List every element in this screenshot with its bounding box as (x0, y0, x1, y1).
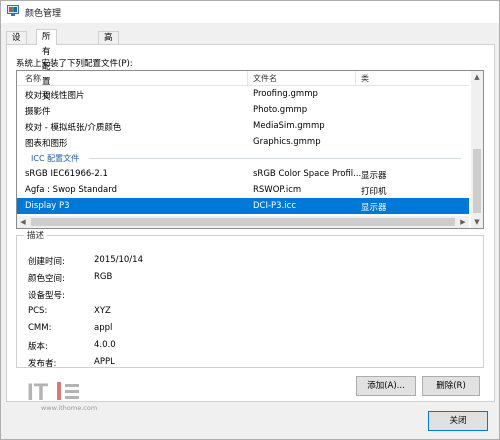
device-model-label: 设备型号: (28, 291, 65, 301)
close-button[interactable]: 关闭 (428, 411, 488, 431)
color-space-value: RGB (94, 272, 113, 282)
profiles-list-caption: 系统上安装了下列配置文件(P): (16, 59, 133, 69)
description-groupbox (16, 235, 484, 368)
profile-name: sRGB IEC61966-2.1 (25, 169, 108, 179)
publisher-label: 发布者: (28, 359, 57, 369)
profile-name: 图表和图形 (25, 139, 68, 149)
scroll-up-arrow-icon[interactable]: ▲ (471, 71, 483, 83)
watermark-text: www.ithome.com (41, 404, 98, 412)
column-divider[interactable] (247, 71, 248, 85)
list-row[interactable]: 校对和线性图片 Proofing.gmmp (17, 86, 469, 102)
profile-file: DCI-P3.icc (253, 201, 296, 211)
title-bar: 颜色管理 (1, 1, 499, 23)
profile-file: sRGB Color Space Profil... (253, 169, 362, 179)
horizontal-scrollbar[interactable]: ◀ ▶ (17, 216, 469, 228)
scroll-down-arrow-icon[interactable]: ▼ (471, 216, 483, 228)
list-row[interactable]: 摄影 Photo.gmmp (17, 102, 469, 118)
profile-name: 校对和线性图片 (25, 91, 85, 101)
group-header-icc[interactable]: ICC 配置文件 (17, 150, 469, 166)
list-header: 名称 文件名 类 (17, 71, 469, 86)
tab-label: 所有配置文件 (42, 32, 51, 117)
tab-devices[interactable]: 设备 (6, 31, 27, 56)
remove-button[interactable]: 删除(R) (422, 376, 480, 396)
pcs-value: XYZ (94, 306, 111, 316)
window-title: 颜色管理 (25, 9, 62, 19)
scroll-right-arrow-icon[interactable]: ▶ (457, 216, 469, 228)
profiles-list[interactable]: 名称 文件名 类 校对和线性图片 Proofing.gmmp 摄影 Photo.… (16, 70, 484, 229)
list-row[interactable]: Agfa : Swop Standard RSWOP.icm 打印机 (17, 182, 469, 198)
list-row[interactable]: sRGB IEC61966-2.1 sRGB Color Space Profi… (17, 166, 469, 182)
color-management-icon (7, 5, 19, 16)
profile-name: 校对 - 模拟纸张/介质颜色 (25, 123, 122, 133)
publisher-value: APPL (94, 357, 115, 367)
profile-file: Graphics.gmmp (253, 137, 321, 147)
column-divider[interactable] (355, 71, 356, 85)
add-button[interactable]: 添加(A)... (356, 376, 416, 396)
profile-type: 打印机 (361, 187, 387, 197)
pcs-label: PCS: (28, 306, 48, 316)
scroll-left-arrow-icon[interactable]: ◀ (17, 216, 29, 228)
ithome-watermark: IT www.ithome.com (27, 378, 99, 419)
svg-text:IT: IT (27, 379, 49, 406)
column-header-file[interactable]: 文件名 (253, 73, 277, 84)
tab-advanced[interactable]: 高级 (98, 31, 119, 56)
version-value: 4.0.0 (94, 340, 116, 350)
profile-name: Display P3 (25, 201, 70, 211)
list-row-selected[interactable]: Display P3 DCI-P3.icc 显示器 (17, 198, 469, 214)
column-header-name[interactable]: 名称 (25, 73, 41, 84)
tab-all-profiles[interactable]: 所有配置文件 (36, 29, 57, 117)
profile-file: Proofing.gmmp (253, 89, 318, 99)
column-header-type[interactable]: 类 (361, 73, 369, 84)
list-row[interactable]: 图表和图形 Graphics.gmmp (17, 134, 469, 150)
profile-name: 摄影 (25, 107, 43, 117)
profile-type: 显示器 (361, 171, 387, 181)
profile-file: MediaSim.gmmp (253, 121, 325, 131)
vertical-scrollbar[interactable]: ▲ ▼ (471, 71, 483, 228)
profile-file: Photo.gmmp (253, 105, 308, 115)
profile-name: Agfa : Swop Standard (25, 185, 117, 195)
created-value: 2015/10/14 (94, 255, 143, 265)
version-label: 版本: (28, 342, 48, 352)
created-label: 创建时间: (28, 257, 65, 267)
list-row[interactable]: 校对 - 模拟纸张/介质颜色 MediaSim.gmmp (17, 118, 469, 134)
vertical-scroll-thumb[interactable] (473, 149, 481, 213)
group-label: ICC 配置文件 (31, 154, 80, 163)
color-space-label: 颜色空间: (28, 274, 65, 284)
profile-type: 显示器 (361, 203, 387, 213)
profile-file: RSWOP.icm (253, 185, 302, 195)
cmm-label: CMM: (28, 323, 52, 333)
horizontal-scroll-thumb[interactable] (31, 218, 455, 226)
description-title: 描述 (24, 229, 48, 241)
group-divider (89, 158, 461, 159)
cmm-value: appl (94, 323, 113, 333)
